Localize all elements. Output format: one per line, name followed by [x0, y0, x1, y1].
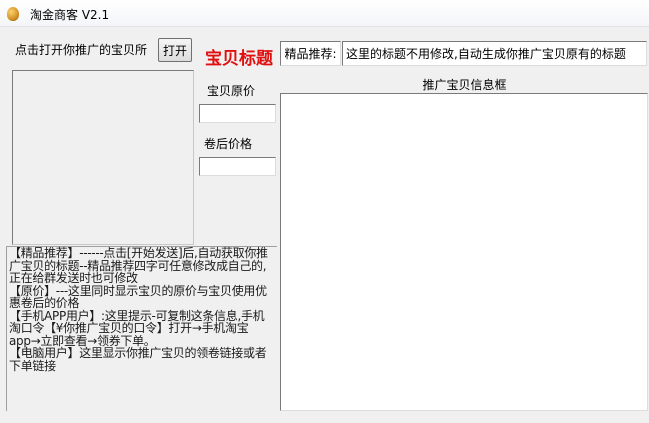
info-frame-header: 推广宝贝信息框	[422, 78, 507, 92]
help-line-price: 【原价】---这里同时显示宝贝的原价与宝贝使用优惠卷后的价格	[9, 283, 267, 310]
gold-coin-icon	[7, 7, 19, 21]
help-text: 【精品推荐】------点击[开始发送]后,自动获取你推广宝贝的标题--精品推荐…	[9, 247, 275, 372]
original-price-label: 宝贝原价	[207, 84, 256, 98]
help-line-recommend: 【精品推荐】------点击[开始发送]后,自动获取你推广宝贝的标题--精品推荐…	[9, 246, 268, 285]
open-button[interactable]: 打开	[158, 38, 192, 62]
recommend-label[interactable]: 精品推荐:	[280, 41, 341, 66]
title-heading: 宝贝标题	[205, 49, 273, 69]
link-label: 点击打开你推广的宝贝所	[15, 43, 148, 57]
original-price-input[interactable]	[199, 104, 276, 123]
window-title: 淘金商客 V2.1	[30, 8, 110, 22]
recommend-title-input[interactable]: 这里的标题不用修改,自动生成你推广宝贝原有的标题	[342, 41, 647, 66]
window-bottom-edge	[0, 411, 649, 423]
help-line-mobile: 【手机APP用户】:这里提示-可复制这条信息,手机淘口令【¥你推广宝贝的口令】打…	[9, 308, 265, 348]
info-frame-textarea[interactable]	[280, 93, 648, 411]
title-bar: 淘金商客 V2.1	[0, 0, 649, 27]
coupon-price-input[interactable]	[199, 157, 276, 176]
product-image-box	[12, 70, 194, 245]
coupon-price-label: 卷后价格	[204, 137, 253, 151]
help-line-pc: 【电脑用户】这里显示你推广宝贝的领卷链接或者下单链接	[9, 346, 267, 373]
